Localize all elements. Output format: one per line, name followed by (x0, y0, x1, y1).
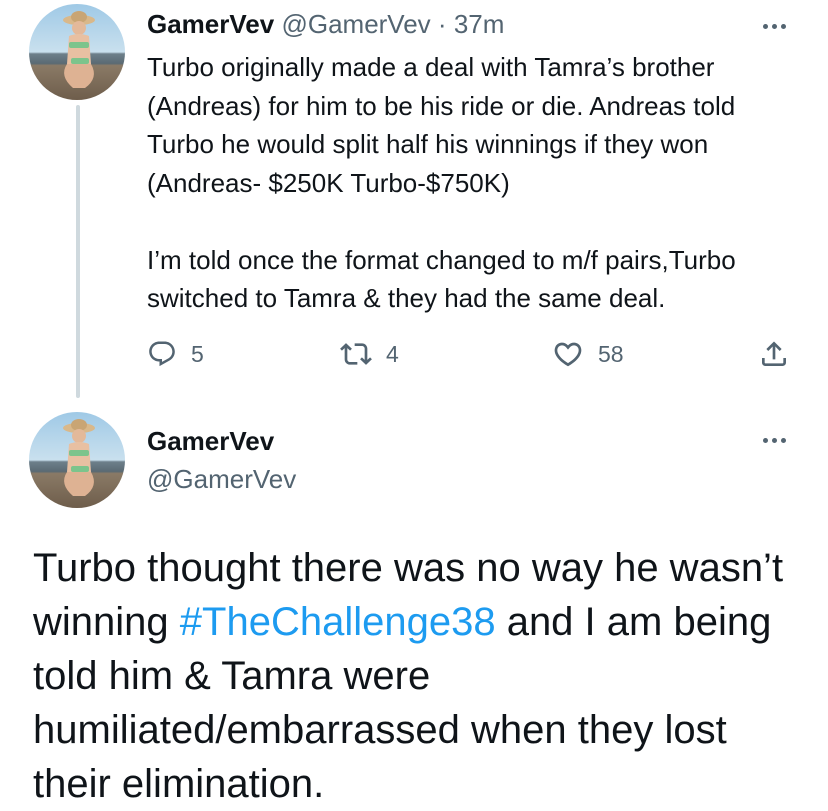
tweet-text: Turbo originally made a deal with Tamra’… (147, 52, 736, 313)
timestamp[interactable]: 37m (454, 9, 505, 39)
retweet-button[interactable]: 4 (340, 334, 399, 374)
share-icon (762, 341, 786, 366)
like-button[interactable]: 58 (552, 334, 624, 374)
reply-icon (149, 341, 175, 367)
retweet-icon (340, 343, 372, 365)
more-dots-icon[interactable] (754, 430, 794, 450)
handle[interactable]: @GamerVev (147, 463, 296, 495)
hashtag-link[interactable]: #TheChallenge38 (180, 600, 496, 644)
tweet-text: Turbo thought there was no way he wasn’t… (33, 541, 813, 811)
heart-icon (554, 342, 582, 367)
more-dots-icon[interactable] (754, 16, 794, 36)
avatar[interactable] (29, 4, 125, 100)
retweet-count: 4 (386, 340, 399, 367)
display-name[interactable]: GamerVev (147, 425, 274, 457)
reply-count: 5 (191, 340, 204, 367)
handle[interactable]: @GamerVev (281, 9, 430, 39)
like-count: 58 (598, 340, 624, 367)
avatar[interactable] (29, 412, 125, 508)
tweet-header: GamerVev @GamerVev · 37m (147, 8, 504, 40)
display-name[interactable]: GamerVev (147, 9, 274, 39)
thread-line (76, 105, 80, 398)
share-button[interactable] (758, 334, 790, 374)
reply-button[interactable]: 5 (147, 334, 204, 374)
separator: · (437, 9, 447, 39)
